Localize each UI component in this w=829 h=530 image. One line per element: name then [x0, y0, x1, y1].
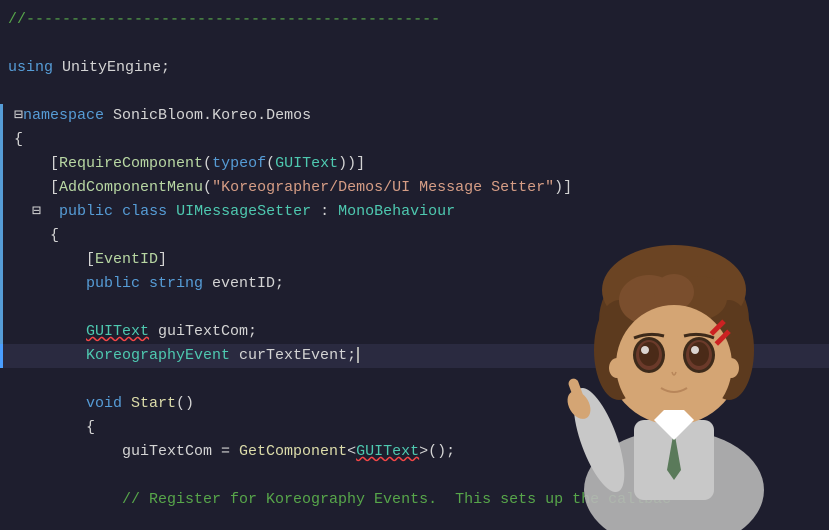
code-line-4: [0, 80, 829, 104]
code-line-3: using UnityEngine;: [0, 56, 829, 80]
code-editor: //--------------------------------------…: [0, 0, 829, 530]
code-line-2: [0, 32, 829, 56]
anime-character: [509, 110, 829, 530]
code-line-1: //--------------------------------------…: [0, 8, 829, 32]
